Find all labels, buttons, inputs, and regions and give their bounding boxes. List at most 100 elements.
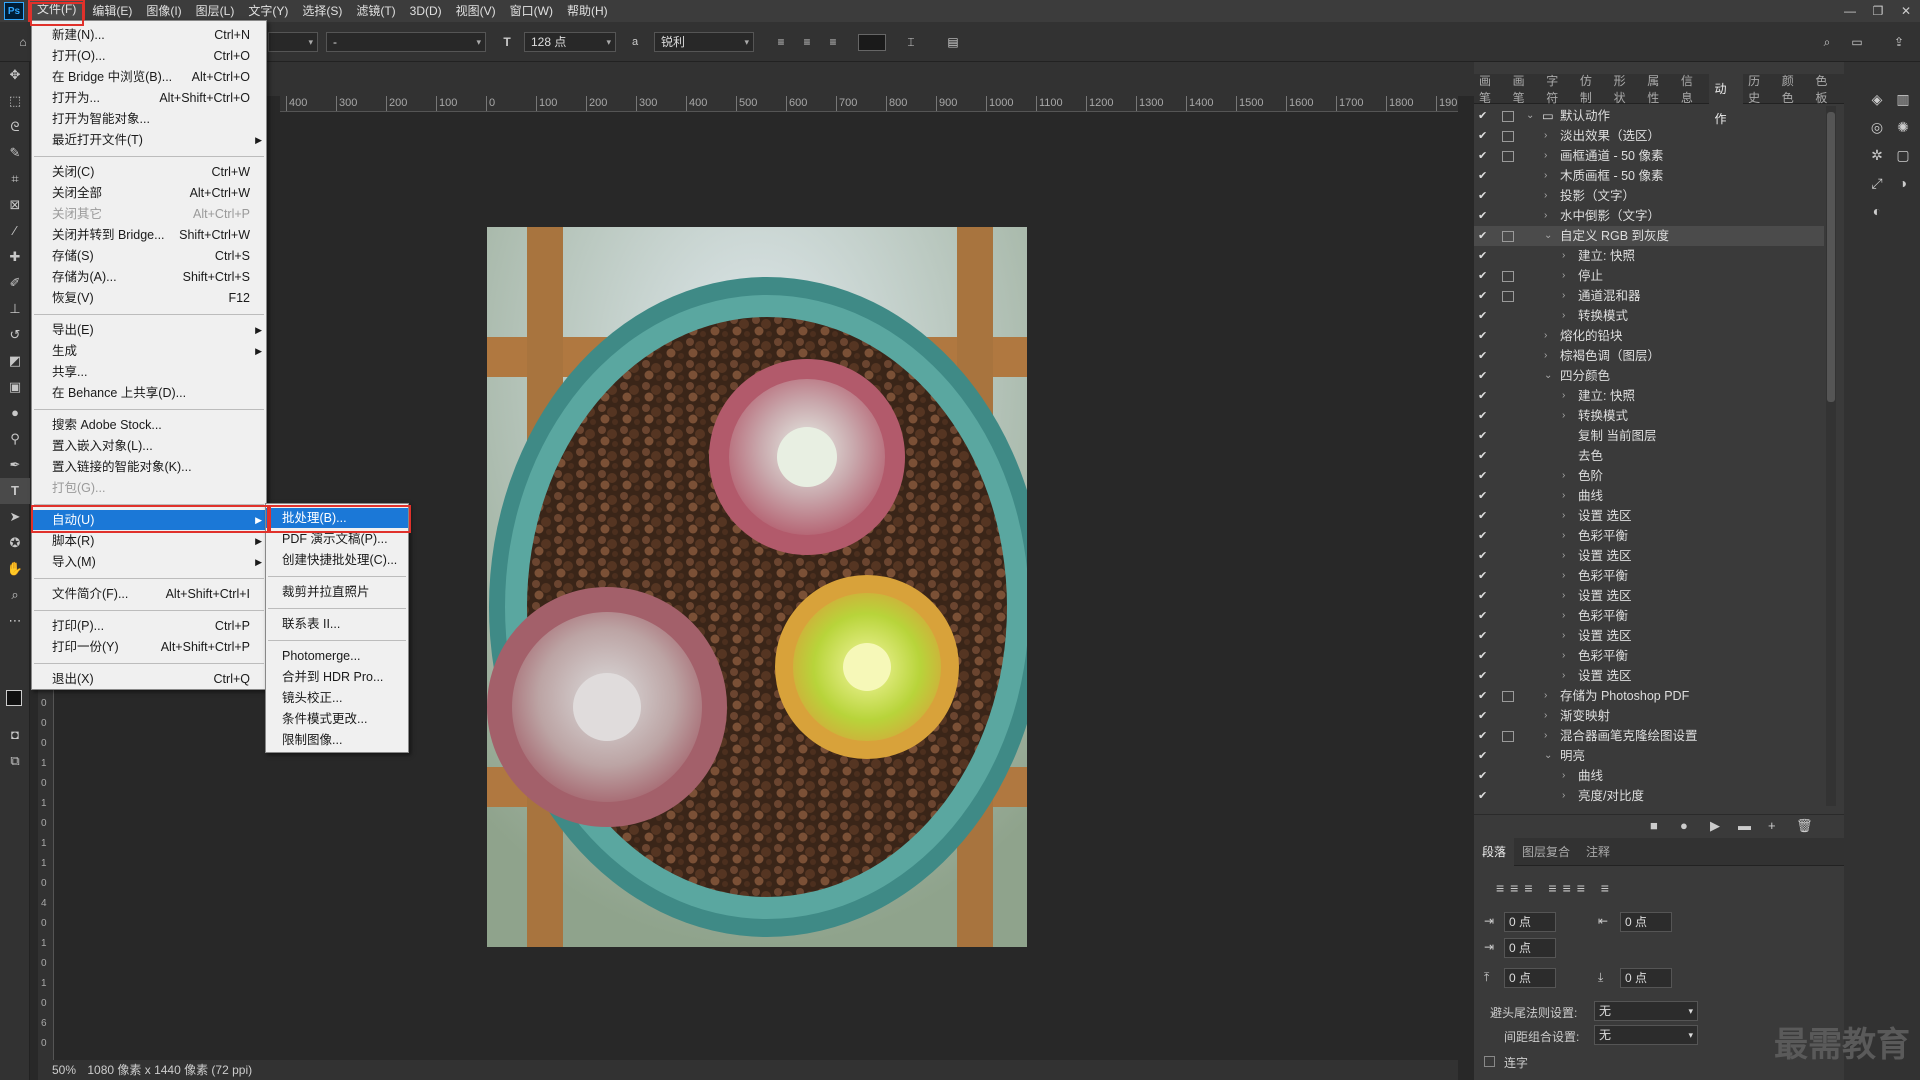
action-row[interactable]: ✔ › 设置 选区 [1474,666,1824,686]
gradient-tool-icon[interactable]: ▣ [0,374,30,400]
automate-menu-item[interactable]: 批处理(B)... [266,508,408,528]
file-menu-item[interactable]: 恢复(V) F12 [32,288,266,308]
frame-tool-icon[interactable]: ⊠ [0,192,30,218]
panel-tab[interactable]: 历史 [1743,72,1777,106]
quick-mask-icon[interactable]: ◘ [0,722,30,748]
action-check-icon[interactable]: ✔ [1478,566,1487,586]
action-check-icon[interactable]: ✔ [1478,206,1487,226]
quick-select-tool-icon[interactable]: ✎ [0,140,30,166]
action-row[interactable]: ✔ › 混合器画笔克隆绘图设置 [1474,726,1824,746]
action-row[interactable]: ✔ ⌄ 四分颜色 [1474,366,1824,386]
action-row[interactable]: ✔ › 水中倒影（文字） [1474,206,1824,226]
file-menu-item[interactable]: 置入嵌入对象(L)... [32,436,266,456]
hand-tool-icon[interactable]: ✋ [0,556,30,582]
chevron-right-icon[interactable]: › [1544,206,1547,226]
action-row[interactable]: ✔ ⌄ ▭ 默认动作 [1474,106,1824,126]
menu-layer[interactable]: 图层(L) [189,1,242,21]
menu-3d[interactable]: 3D(D) [403,1,449,21]
menu-edit[interactable]: 编辑(E) [85,1,139,21]
chevron-right-icon[interactable]: › [1544,726,1547,746]
file-menu-item[interactable]: 最近打开文件(T) ▶ [32,130,266,150]
automate-menu-item[interactable]: 裁剪并拉直照片 [266,582,408,602]
new-action-icon[interactable]: + [1768,818,1776,833]
action-row[interactable]: ✔ › 曲线 [1474,766,1824,786]
action-row[interactable]: ✔ › 色阶 [1474,466,1824,486]
action-check-icon[interactable]: ✔ [1478,446,1487,466]
action-row[interactable]: ✔ › 淡出效果（选区） [1474,126,1824,146]
file-menu-item[interactable]: 打印一份(Y) Alt+Shift+Ctrl+P [32,637,266,657]
play-icon[interactable]: ▶ [1710,818,1720,834]
dialog-toggle-icon[interactable] [1502,111,1514,122]
tab-paragraph[interactable]: 段落 [1474,836,1515,867]
properties-icon[interactable]: ▢ [1890,142,1916,168]
action-check-icon[interactable]: ✔ [1478,226,1487,246]
stop-icon[interactable]: ■ [1650,818,1658,833]
action-check-icon[interactable]: ✔ [1478,646,1487,666]
file-menu-item[interactable]: 打开为... Alt+Shift+Ctrl+O [32,88,266,108]
action-check-icon[interactable]: ✔ [1478,346,1487,366]
chevron-right-icon[interactable]: › [1544,346,1547,366]
file-menu-item[interactable]: 文件简介(F)... Alt+Shift+Ctrl+I [32,584,266,604]
dodge-tool-icon[interactable]: ⚲ [0,426,30,452]
action-check-icon[interactable]: ✔ [1478,326,1487,346]
chevron-right-icon[interactable]: › [1562,626,1565,646]
action-check-icon[interactable]: ✔ [1478,366,1487,386]
zoom-tool-icon[interactable]: ⌕ [0,582,30,608]
file-menu-item[interactable]: 新建(N)... Ctrl+N [32,25,266,45]
file-menu-item[interactable]: 打印(P)... Ctrl+P [32,616,266,636]
action-check-icon[interactable]: ✔ [1478,306,1487,326]
file-menu-item[interactable]: 存储为(A)... Shift+Ctrl+S [32,267,266,287]
brush-settings-icon[interactable]: ◑ [1890,170,1916,196]
align-center-icon[interactable]: ≡ [796,32,818,52]
panel-tab[interactable]: 信息 [1676,72,1710,106]
eyedropper-tool-icon[interactable]: ⁄ [0,218,30,244]
file-menu-item[interactable]: 自动(U) ▶ [32,510,266,530]
canvas-image[interactable] [487,227,1027,947]
align-left-icon[interactable]: ≡ [770,32,792,52]
file-menu-item[interactable]: 在 Bridge 中浏览(B)... Alt+Ctrl+O [32,67,266,87]
tab-layer-comps[interactable]: 图层复合 [1514,843,1578,860]
file-menu-item[interactable]: 关闭并转到 Bridge... Shift+Ctrl+W [32,225,266,245]
panel-tab[interactable]: 属性 [1642,72,1676,106]
move-tool-icon[interactable]: ✥ [0,62,30,88]
chevron-down-icon[interactable]: ⌄ [1544,366,1552,386]
action-row[interactable]: ✔ › 色彩平衡 [1474,606,1824,626]
screen-mode-icon[interactable]: ⧉ [0,748,30,774]
automate-menu-item[interactable]: 限制图像... [266,730,408,750]
action-check-icon[interactable]: ✔ [1478,286,1487,306]
action-row[interactable]: ✔ › 转换模式 [1474,306,1824,326]
hyphenate-checkbox[interactable] [1484,1056,1495,1067]
action-row[interactable]: ✔ › 停止 [1474,266,1824,286]
action-check-icon[interactable]: ✔ [1478,626,1487,646]
navigator-icon[interactable]: ✺ [1890,114,1916,140]
chevron-right-icon[interactable]: › [1562,486,1565,506]
panel-tab[interactable]: 画笔 [1474,72,1508,106]
dialog-toggle-icon[interactable] [1502,731,1514,742]
automate-menu-item[interactable]: Photomerge... [266,646,408,666]
search-icon[interactable]: ⌕ [1816,32,1838,52]
chevron-right-icon[interactable]: › [1562,306,1565,326]
mojikumi-select[interactable]: 无 ▾ [1594,1025,1698,1045]
chevron-right-icon[interactable]: › [1562,646,1565,666]
action-row[interactable]: ✔ › 曲线 [1474,486,1824,506]
crop-tool-icon[interactable]: ⌗ [0,166,30,192]
history-brush-icon[interactable]: ↺ [0,322,30,348]
healing-tool-icon[interactable]: ✚ [0,244,30,270]
automate-menu-item[interactable]: 联系表 II... [266,614,408,634]
file-menu-item[interactable]: 置入链接的智能对象(K)... [32,457,266,477]
action-row[interactable]: ✔ › 设置 选区 [1474,546,1824,566]
action-check-icon[interactable]: ✔ [1478,606,1487,626]
action-row[interactable]: ✔ › 色彩平衡 [1474,566,1824,586]
action-check-icon[interactable]: ✔ [1478,726,1487,746]
file-menu-item[interactable]: 导出(E) ▶ [32,320,266,340]
brush-tool-icon[interactable]: ✐ [0,270,30,296]
chevron-right-icon[interactable]: › [1544,166,1547,186]
chevron-right-icon[interactable]: › [1562,566,1565,586]
action-check-icon[interactable]: ✔ [1478,486,1487,506]
adjustments-icon[interactable]: ✲ [1864,142,1890,168]
action-row[interactable]: ✔ › 设置 选区 [1474,586,1824,606]
panel-tab[interactable]: 形状 [1609,72,1643,106]
action-row[interactable]: ✔ › 设置 选区 [1474,506,1824,526]
indent-right-input[interactable]: 0 点 [1620,912,1672,932]
histogram-icon[interactable]: ▥ [1890,86,1916,112]
